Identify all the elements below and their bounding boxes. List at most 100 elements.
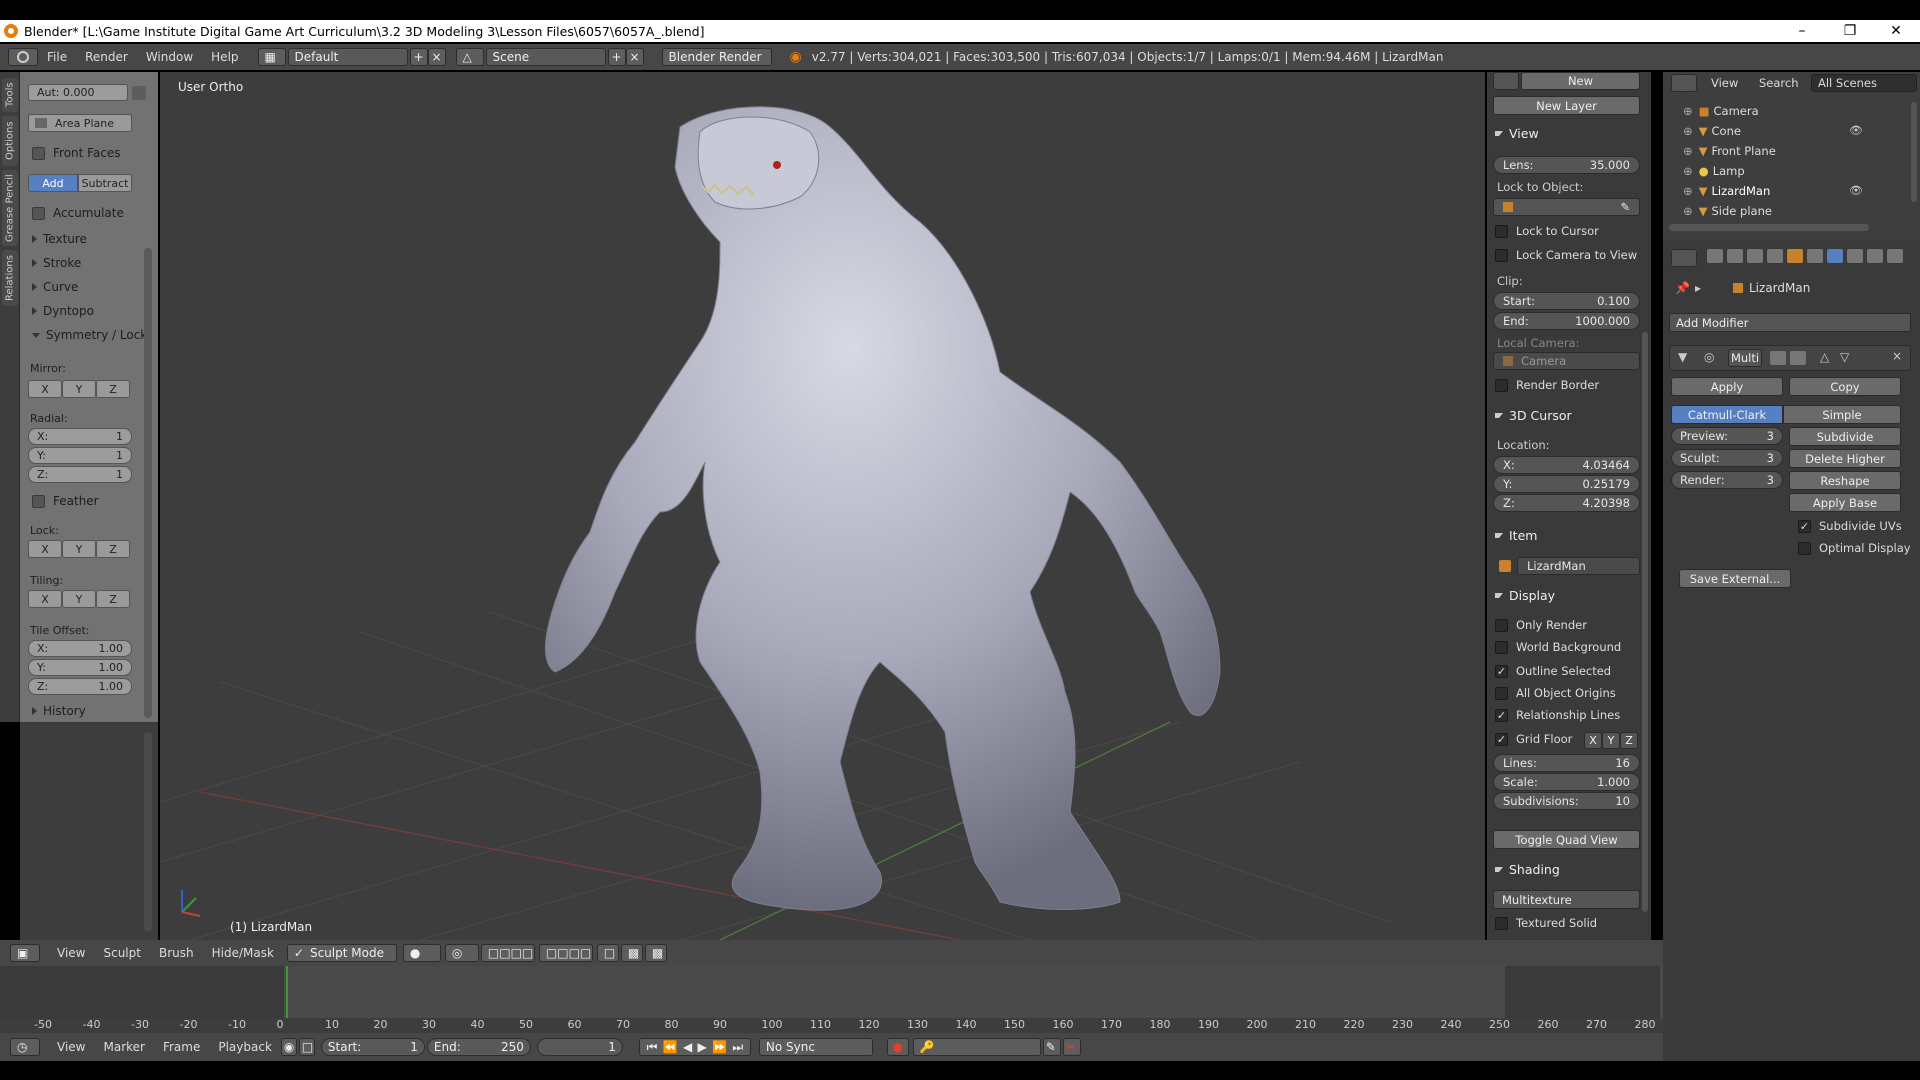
- render-tab-icon[interactable]: [1707, 249, 1723, 263]
- pivot-select[interactable]: ◎: [444, 944, 479, 962]
- outline-selected-box[interactable]: [1495, 664, 1508, 678]
- lock-z-button[interactable]: Z: [96, 540, 130, 558]
- save-external-button[interactable]: Save External...: [1679, 569, 1791, 588]
- visibility-eye-icon[interactable]: 👁: [1849, 184, 1863, 197]
- lock-to-cursor-checkbox[interactable]: Lock to Cursor: [1495, 224, 1599, 238]
- outliner-display-mode-select[interactable]: All Scenes: [1811, 74, 1917, 92]
- panel-dyntopo[interactable]: Dyntopo: [32, 304, 94, 318]
- remove-modifier-icon[interactable]: ×: [1892, 349, 1902, 363]
- scene-icon[interactable]: △: [455, 48, 484, 66]
- clip-end-field[interactable]: End: 1000.000: [1493, 312, 1640, 330]
- delete-higher-button[interactable]: Delete Higher: [1789, 449, 1901, 468]
- play-icon[interactable]: ▶: [698, 1040, 707, 1054]
- collapse-modifier-icon[interactable]: ▼: [1678, 350, 1687, 364]
- keying-set-field[interactable]: 🔑: [912, 1038, 1041, 1056]
- outline-selected-checkbox[interactable]: Outline Selected: [1495, 664, 1611, 678]
- info-editor-type-icon[interactable]: [8, 48, 38, 66]
- tiling-x-button[interactable]: X: [28, 590, 62, 608]
- outliner-item-cone[interactable]: ⊕ ▼ Cone: [1683, 122, 1741, 140]
- clip-start-field[interactable]: Start: 0.100: [1493, 292, 1640, 310]
- relationship-lines-box[interactable]: [1495, 708, 1508, 722]
- insert-keyframe-icon[interactable]: ✎: [1042, 1038, 1061, 1056]
- subdivide-uvs-checkbox[interactable]: Subdivide UVs: [1798, 519, 1902, 533]
- menu-window[interactable]: Window: [137, 50, 202, 64]
- layers-row-2[interactable]: □□□□: [538, 944, 593, 962]
- lock-object-field[interactable]: ✎: [1493, 198, 1640, 216]
- expand-icon[interactable]: ⊕: [1683, 164, 1693, 178]
- shading-panel-header[interactable]: Shading: [1495, 862, 1560, 877]
- panel-symmetry-lock[interactable]: Symmetry / Lock: [32, 328, 147, 342]
- tab-tools[interactable]: Tools: [2, 78, 18, 112]
- play-reverse-icon[interactable]: ◀: [683, 1040, 692, 1054]
- prev-keyframe-icon[interactable]: ⏪: [663, 1040, 678, 1054]
- subdivide-uvs-box[interactable]: [1798, 519, 1811, 533]
- textured-solid-box[interactable]: [1495, 916, 1508, 930]
- menu-file[interactable]: File: [38, 50, 76, 64]
- texture-tab-icon[interactable]: [1887, 249, 1903, 263]
- outliner-editor-type-icon[interactable]: [1671, 74, 1697, 92]
- timeline[interactable]: -50 -40 -30 -20 -10 0 10 20 30 40 50 60 70 80 90 100 110…: [0, 966, 1663, 1042]
- 3d-viewport[interactable]: User Ortho (1) LizardMan: [160, 72, 1485, 940]
- screen-layout-icon[interactable]: ▦: [257, 48, 286, 66]
- sculpt-levels-field[interactable]: Sculpt: 3: [1671, 449, 1783, 467]
- render-engine-select[interactable]: Blender Render: [661, 48, 772, 66]
- front-faces-checkbox[interactable]: Front Faces: [32, 146, 121, 160]
- opengl-render-icon[interactable]: ▩: [644, 944, 667, 962]
- only-render-box[interactable]: [1495, 618, 1508, 632]
- panel-history[interactable]: History: [32, 704, 86, 718]
- modifier-name-field[interactable]: Multi: [1728, 349, 1762, 367]
- properties-region-scrollbar[interactable]: [1642, 332, 1648, 912]
- lock-x-button[interactable]: X: [28, 540, 62, 558]
- add-direction-button[interactable]: Add: [28, 174, 78, 192]
- panel-stroke[interactable]: Stroke: [32, 256, 81, 270]
- preview-levels-field[interactable]: Preview: 3: [1671, 427, 1783, 445]
- mode-select[interactable]: ✓ Sculpt Mode: [286, 944, 397, 962]
- next-keyframe-icon[interactable]: ⏩: [712, 1040, 727, 1054]
- apply-base-button[interactable]: Apply Base: [1789, 493, 1901, 512]
- modifiers-tab-icon[interactable]: [1827, 249, 1843, 263]
- lock-camera-checkbox[interactable]: Lock Camera to View: [1495, 248, 1637, 262]
- record-icon[interactable]: ●: [886, 1038, 909, 1056]
- data-tab-icon[interactable]: [1847, 249, 1863, 263]
- tab-options[interactable]: Options: [2, 116, 18, 166]
- subtract-direction-button[interactable]: Subtract: [78, 174, 132, 192]
- render-border-checkbox[interactable]: Render Border: [1495, 378, 1599, 392]
- autosmooth-field[interactable]: Aut: 0.000: [28, 84, 128, 101]
- outliner-item-side-plane[interactable]: ⊕ ▼ Side plane: [1683, 202, 1772, 220]
- constraints-tab-icon[interactable]: [1807, 249, 1823, 263]
- world-background-checkbox[interactable]: World Background: [1495, 640, 1621, 654]
- timeline-menu-view[interactable]: View: [48, 1040, 94, 1054]
- add-scene-icon[interactable]: +: [607, 48, 626, 66]
- visibility-eye-icon[interactable]: 👁: [1849, 124, 1863, 137]
- pressure-icon[interactable]: [132, 85, 146, 100]
- lock-to-cursor-box[interactable]: [1495, 224, 1508, 238]
- lock-y-button[interactable]: Y: [62, 540, 96, 558]
- accumulate-checkbox[interactable]: Accumulate: [32, 206, 124, 220]
- outliner-view-menu[interactable]: View: [1711, 76, 1738, 90]
- item-panel-header[interactable]: Item: [1495, 528, 1537, 543]
- gp-new-button[interactable]: New: [1521, 72, 1640, 90]
- sync-mode-select[interactable]: No Sync: [758, 1038, 873, 1056]
- render-layers-tab-icon[interactable]: [1727, 249, 1743, 263]
- add-modifier-select[interactable]: Add Modifier: [1669, 313, 1911, 332]
- grease-pencil-icon[interactable]: [1493, 72, 1519, 90]
- editor-type-icon[interactable]: ▣: [10, 944, 40, 962]
- accumulate-box[interactable]: [32, 206, 45, 220]
- view-panel-header[interactable]: View: [1495, 126, 1539, 141]
- jump-start-icon[interactable]: ⏮: [647, 1040, 658, 1055]
- optimal-display-checkbox[interactable]: Optimal Display: [1798, 541, 1911, 555]
- tile-offset-y-field[interactable]: Y: 1.00: [28, 659, 132, 676]
- menu-brush[interactable]: Brush: [150, 946, 203, 960]
- new-layer-button[interactable]: New Layer: [1493, 96, 1640, 115]
- tool-shelf-lower-scrollbar[interactable]: [144, 732, 152, 932]
- world-tab-icon[interactable]: [1767, 249, 1783, 263]
- cursor-x-field[interactable]: X: 4.03464: [1493, 456, 1640, 474]
- remove-scene-icon[interactable]: ×: [625, 48, 644, 66]
- outliner-v-scrollbar[interactable]: [1911, 102, 1917, 202]
- radial-z-field[interactable]: Z: 1: [28, 466, 132, 483]
- grid-axis-x-button[interactable]: X: [1584, 732, 1602, 749]
- feather-checkbox[interactable]: Feather: [32, 494, 99, 508]
- outliner-h-scrollbar[interactable]: [1669, 224, 1869, 231]
- grid-scale-field[interactable]: Scale: 1.000: [1493, 773, 1640, 791]
- tiling-z-button[interactable]: Z: [96, 590, 130, 608]
